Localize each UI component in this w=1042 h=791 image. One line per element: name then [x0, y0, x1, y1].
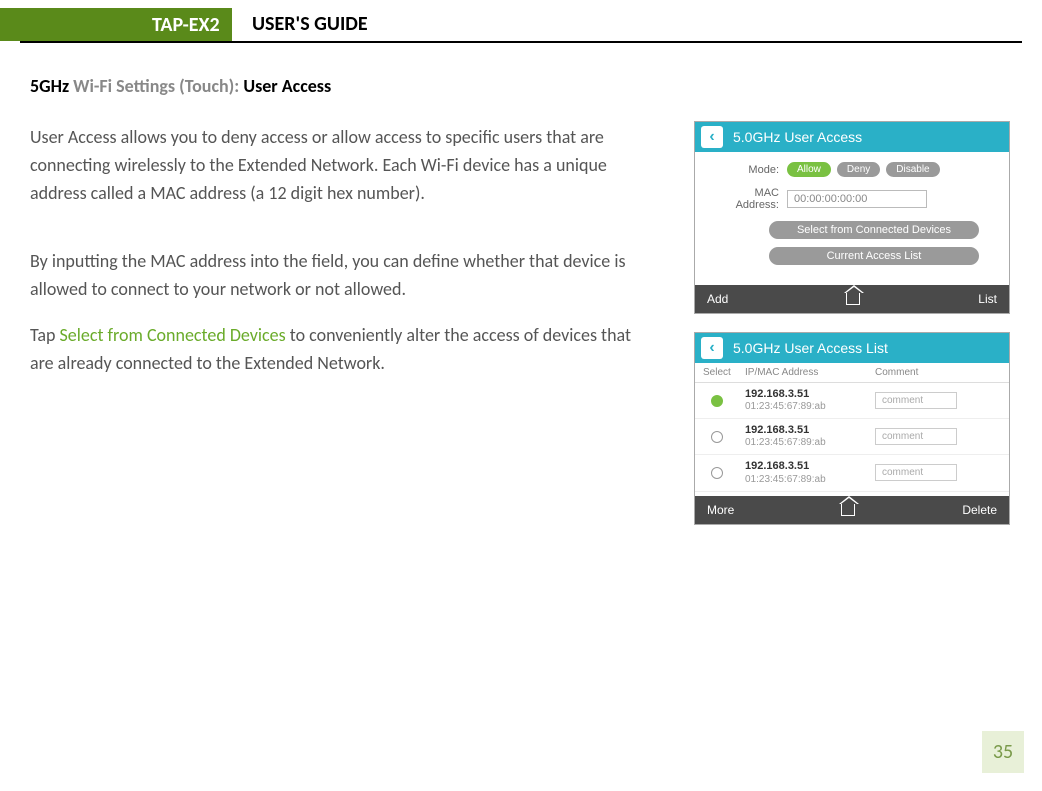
list-button[interactable]: List [978, 292, 997, 306]
add-button[interactable]: Add [707, 292, 728, 306]
heading-suffix: User Access [243, 75, 331, 97]
chevron-left-icon: ‹ [709, 339, 714, 357]
row-mac: 01:23:45:67:89:ab [745, 474, 875, 486]
header-product-badge: TAP-EX2 [140, 8, 232, 41]
back-button[interactable]: ‹ [701, 337, 723, 359]
page-number: 35 [982, 731, 1024, 773]
row-ip: 192.168.3.51 [745, 388, 875, 401]
screenshot1-title: 5.0GHz User Access [733, 129, 862, 145]
body-paragraph-3: Tap Select from Connected Devices to con… [30, 322, 640, 378]
screenshot1-titlebar: ‹ 5.0GHz User Access [695, 122, 1009, 152]
select-from-connected-devices-link: Select from Connected Devices [60, 324, 286, 346]
screenshot1-bottombar: Add List [695, 285, 1009, 313]
section-heading: 5GHz Wi-Fi Settings (Touch): User Access [30, 75, 331, 97]
list-item[interactable]: 192.168.3.51 01:23:45:67:89:ab [695, 419, 1009, 455]
more-button[interactable]: More [707, 503, 734, 517]
screenshot2-body: Select IP/MAC Address Comment 192.168.3.… [695, 363, 1009, 492]
row-mac: 01:23:45:67:89:ab [745, 401, 875, 413]
comment-input[interactable] [875, 464, 957, 481]
row-mac: 01:23:45:67:89:ab [745, 437, 875, 449]
back-button[interactable]: ‹ [701, 126, 723, 148]
body-paragraph-1: User Access allows you to deny access or… [30, 124, 640, 208]
mode-disable-pill[interactable]: Disable [886, 162, 939, 177]
select-radio[interactable] [711, 431, 723, 443]
comment-input[interactable] [875, 392, 957, 409]
select-radio[interactable] [711, 467, 723, 479]
current-access-list-button[interactable]: Current Access List [769, 247, 979, 265]
home-icon[interactable] [841, 504, 855, 516]
heading-prefix: 5GHz [30, 75, 69, 97]
screenshot-user-access-list: ‹ 5.0GHz User Access List Select IP/MAC … [694, 332, 1010, 525]
home-icon[interactable] [846, 293, 860, 305]
list-item[interactable]: 192.168.3.51 01:23:45:67:89:ab [695, 455, 1009, 491]
screenshot1-body: Mode: Allow Deny Disable MAC Address: Se… [695, 152, 1009, 265]
screenshot2-titlebar: ‹ 5.0GHz User Access List [695, 333, 1009, 363]
mac-label: MAC Address: [709, 187, 787, 211]
mode-allow-pill[interactable]: Allow [787, 162, 831, 177]
comment-input[interactable] [875, 428, 957, 445]
heading-gray: Wi-Fi Settings (Touch): [69, 75, 243, 97]
header-title: USER'S GUIDE [252, 12, 368, 36]
header-divider [20, 41, 1022, 43]
col-comment-header: Comment [875, 367, 1001, 378]
header-stripe [0, 8, 140, 41]
row-ip: 192.168.3.51 [745, 424, 875, 437]
body-paragraph-2: By inputting the MAC address into the fi… [30, 248, 640, 304]
list-header: Select IP/MAC Address Comment [695, 363, 1009, 383]
screenshot-user-access: ‹ 5.0GHz User Access Mode: Allow Deny Di… [694, 121, 1010, 314]
select-radio[interactable] [711, 395, 723, 407]
list-item[interactable]: 192.168.3.51 01:23:45:67:89:ab [695, 383, 1009, 419]
p3-text-a: Tap [30, 324, 60, 346]
mode-label: Mode: [709, 164, 787, 176]
mac-row: MAC Address: [709, 187, 995, 211]
screenshot2-title: 5.0GHz User Access List [733, 340, 888, 356]
col-ip-header: IP/MAC Address [745, 367, 875, 378]
select-connected-devices-button[interactable]: Select from Connected Devices [769, 221, 979, 239]
mac-address-input[interactable] [787, 190, 927, 208]
mode-row: Mode: Allow Deny Disable [709, 162, 995, 177]
mode-deny-pill[interactable]: Deny [837, 162, 880, 177]
row-ip: 192.168.3.51 [745, 460, 875, 473]
screenshot2-bottombar: More Delete [695, 496, 1009, 524]
delete-button[interactable]: Delete [962, 503, 997, 517]
col-select-header: Select [703, 367, 745, 378]
chevron-left-icon: ‹ [709, 128, 714, 146]
